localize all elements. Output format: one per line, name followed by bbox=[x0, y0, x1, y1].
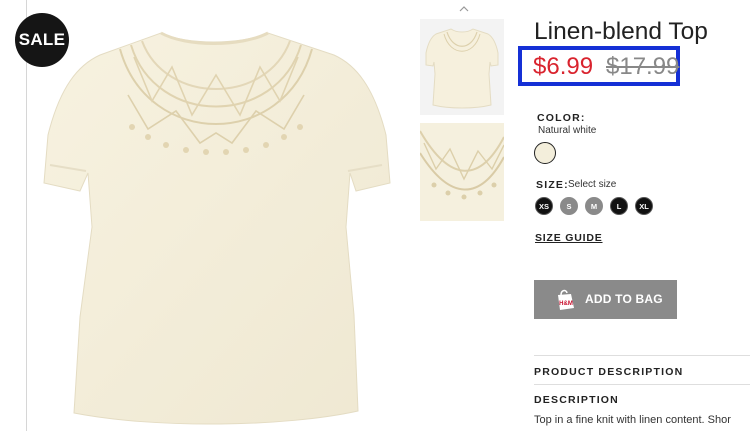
size-option-s[interactable]: S bbox=[560, 197, 578, 215]
sale-price: $6.99 bbox=[533, 53, 594, 80]
size-option-xs[interactable]: XS bbox=[535, 197, 553, 215]
color-value: Natural white bbox=[538, 125, 597, 136]
svg-text:H&M: H&M bbox=[559, 301, 573, 307]
main-product-image bbox=[36, 15, 396, 431]
product-title: Linen-blend Top bbox=[534, 18, 708, 45]
sale-badge: SALE bbox=[15, 13, 69, 67]
chevron-up-icon[interactable] bbox=[457, 4, 471, 14]
description-heading: DESCRIPTION bbox=[534, 394, 619, 406]
add-to-bag-button[interactable]: H&M ADD TO BAG bbox=[534, 280, 677, 319]
original-price: $17.99 bbox=[606, 53, 680, 80]
size-hint: Select size bbox=[568, 179, 617, 190]
color-swatch-natural-white[interactable] bbox=[534, 142, 556, 164]
size-guide-link[interactable]: SIZE GUIDE bbox=[535, 232, 603, 244]
left-divider bbox=[26, 0, 27, 431]
product-description-toggle[interactable]: PRODUCT DESCRIPTION bbox=[534, 366, 683, 378]
size-option-m[interactable]: M bbox=[585, 197, 603, 215]
thumbnail-front[interactable] bbox=[420, 19, 504, 115]
size-option-l[interactable]: L bbox=[610, 197, 628, 215]
divider bbox=[534, 384, 750, 385]
add-to-bag-label: ADD TO BAG bbox=[585, 292, 663, 306]
shopping-bag-icon: H&M bbox=[554, 288, 578, 312]
divider bbox=[534, 355, 750, 356]
color-label: COLOR: bbox=[537, 112, 586, 124]
description-text: Top in a fine knit with linen content. S… bbox=[534, 414, 731, 426]
size-option-xl[interactable]: XL bbox=[635, 197, 653, 215]
thumbnail-detail[interactable] bbox=[420, 123, 504, 221]
size-label: SIZE: bbox=[536, 179, 569, 191]
